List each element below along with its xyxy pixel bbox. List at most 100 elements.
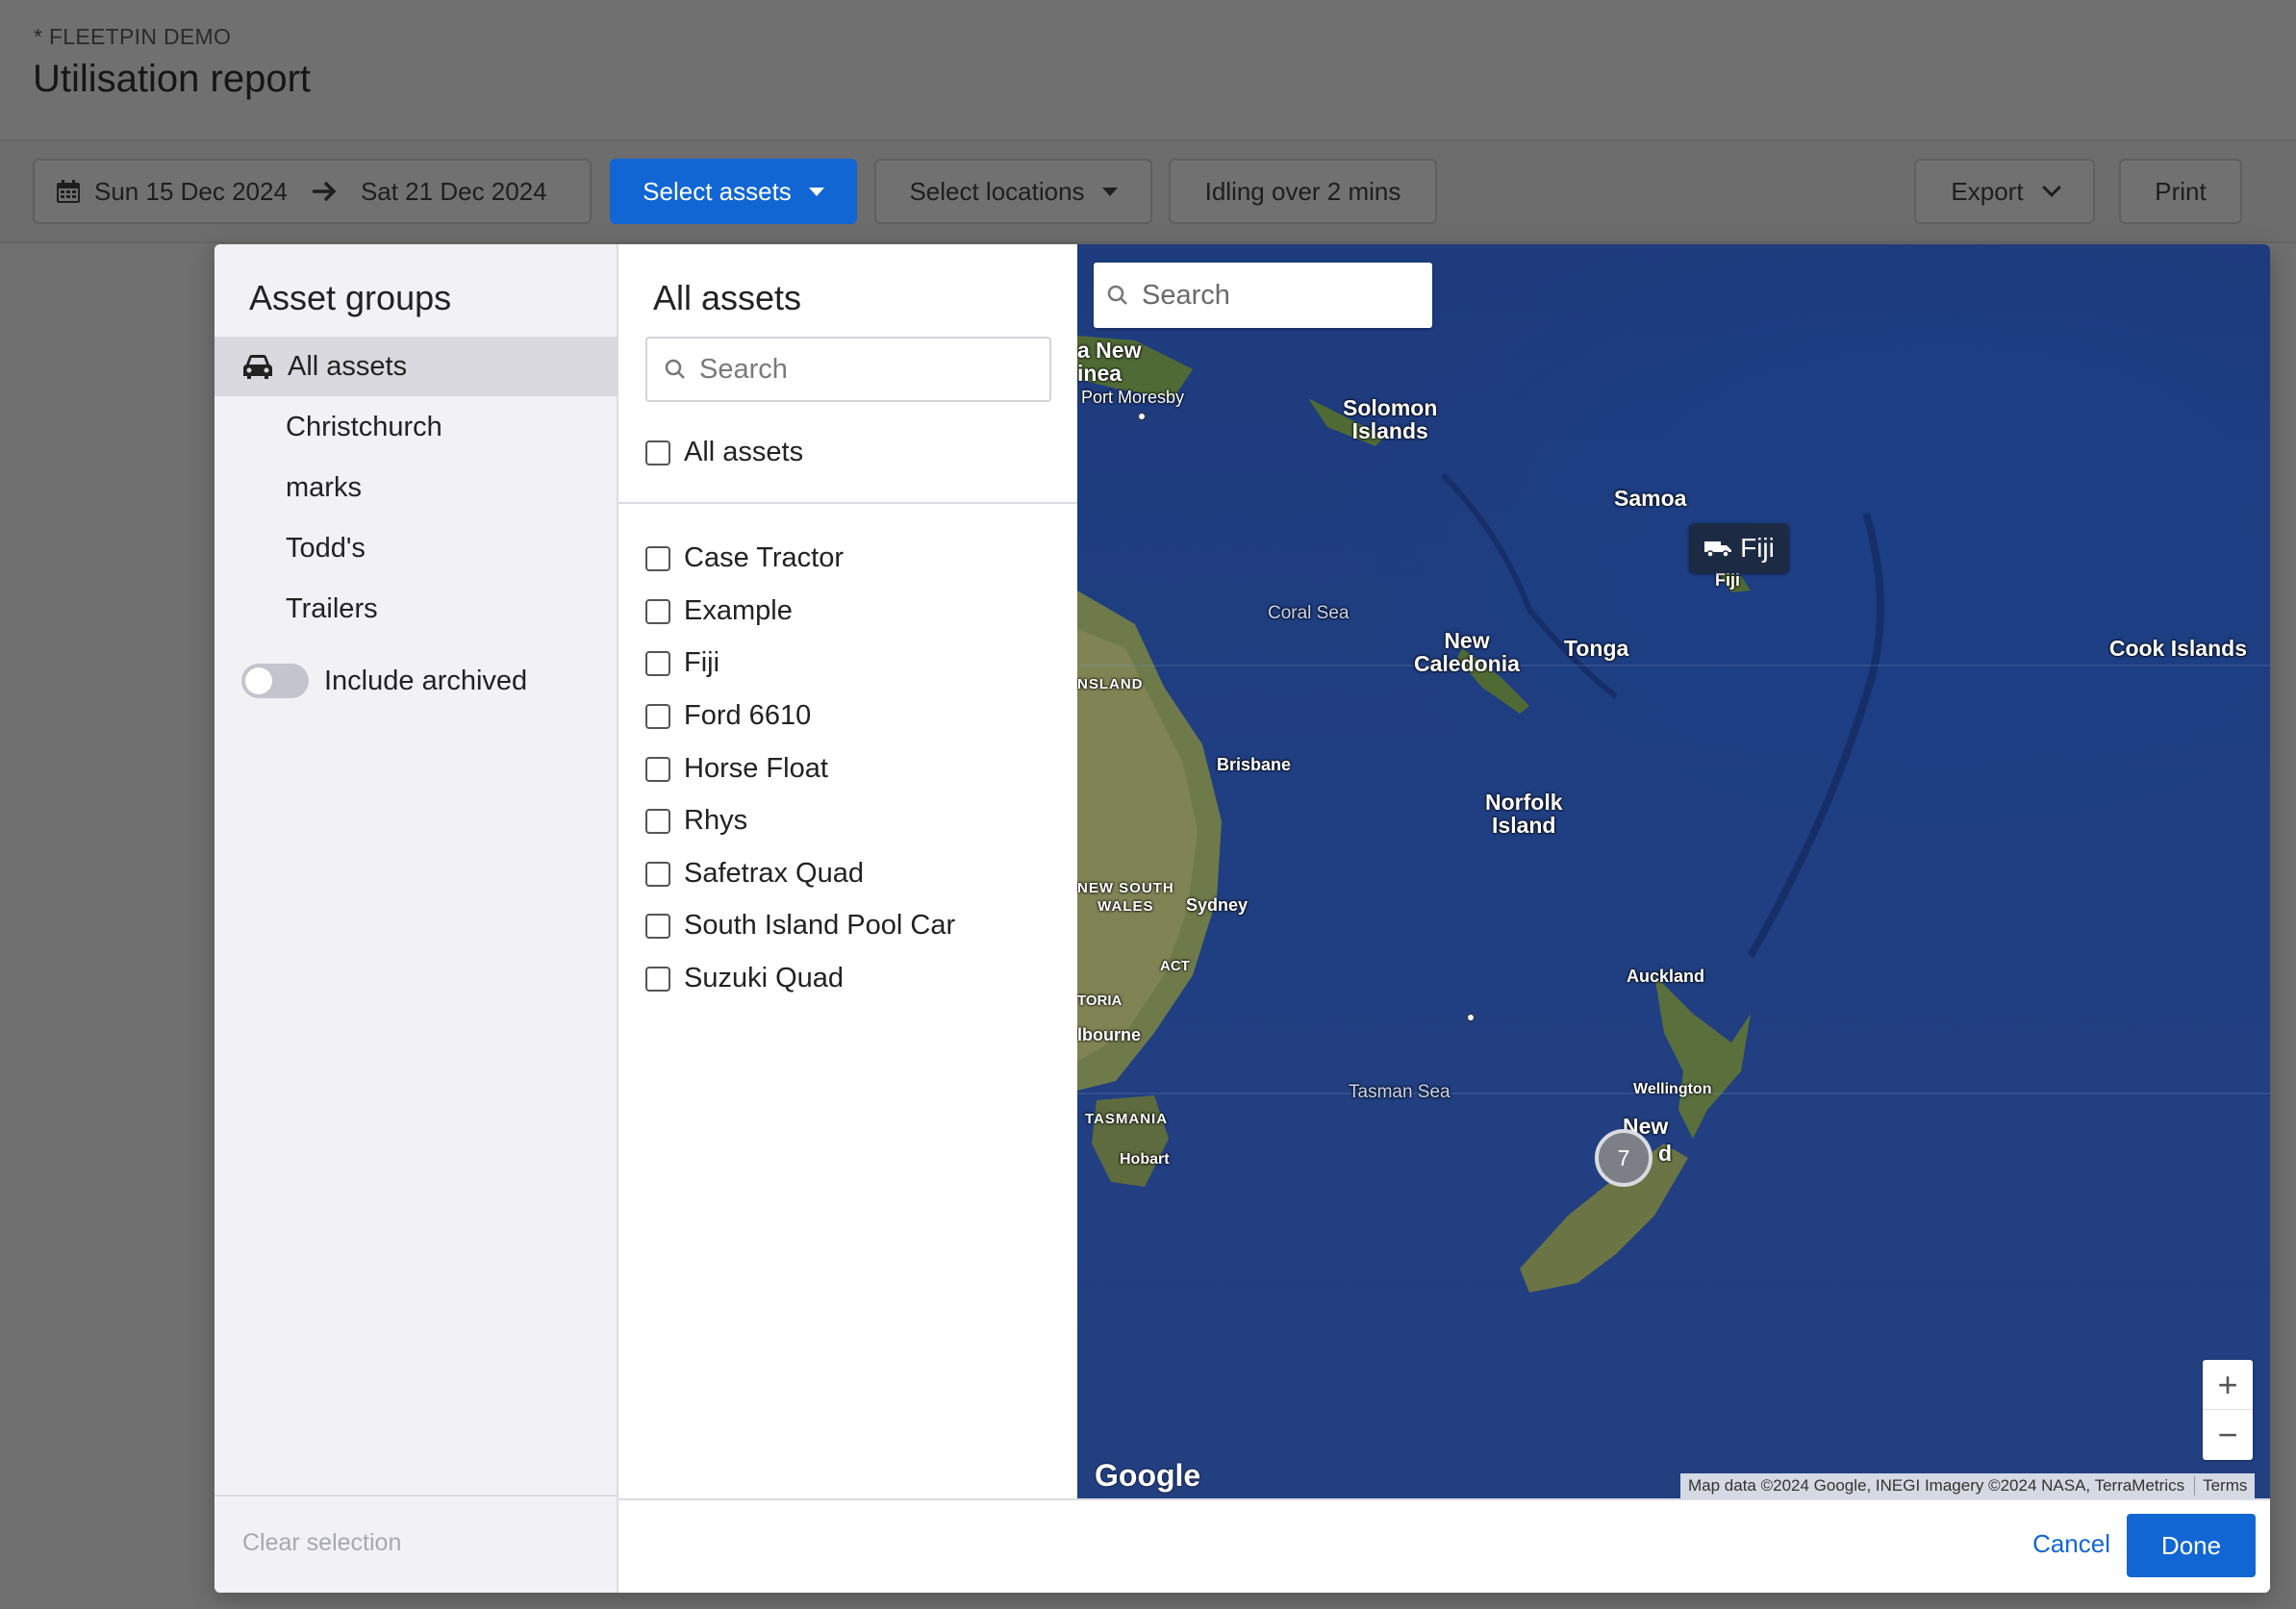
- map-label: NEW SOUTH WALES: [1077, 880, 1174, 915]
- asset-label: South Island Pool Car: [684, 910, 956, 941]
- zoom-controls: + −: [2203, 1360, 2253, 1460]
- asset-groups-heading: Asset groups: [249, 278, 452, 317]
- group-item-todds[interactable]: Todd's: [214, 518, 618, 578]
- report-toolbar: Sun 15 Dec 2024 Sat 21 Dec 2024 Select a…: [0, 141, 2296, 243]
- asset-row-ford-6610[interactable]: Ford 6610: [645, 700, 811, 732]
- date-range-picker[interactable]: Sun 15 Dec 2024 Sat 21 Dec 2024: [33, 159, 592, 224]
- include-archived-toggle[interactable]: [241, 664, 309, 698]
- caret-down-icon: [808, 187, 824, 196]
- asset-row-horse-float[interactable]: Horse Float: [645, 753, 828, 785]
- group-item-label: Christchurch: [286, 411, 442, 442]
- asset-checkbox[interactable]: [645, 966, 670, 992]
- export-label: Export: [1951, 176, 2024, 206]
- city-dot: [1467, 1014, 1475, 1021]
- group-item-all-assets[interactable]: All assets: [214, 337, 618, 396]
- asset-checkbox[interactable]: [645, 808, 670, 834]
- group-item-marks[interactable]: marks: [214, 458, 618, 517]
- car-icon: [243, 355, 272, 379]
- arrow-right-icon: [312, 181, 337, 202]
- map-search-box: [1094, 263, 1432, 328]
- asset-checkbox[interactable]: [645, 703, 670, 729]
- asset-marker-fiji[interactable]: Fiji: [1689, 523, 1789, 573]
- asset-label: Suzuki Quad: [684, 963, 845, 993]
- asset-row-suzuki-quad[interactable]: Suzuki Quad: [645, 963, 844, 994]
- calendar-icon: [57, 180, 80, 203]
- select-assets-dialog: Asset groups All assets Christchurch mar…: [214, 244, 2270, 1593]
- select-locations-button[interactable]: Select locations: [874, 159, 1152, 224]
- asset-checkbox[interactable]: [645, 861, 670, 887]
- asset-label: Case Tractor: [684, 542, 844, 573]
- asset-label: Rhys: [684, 805, 748, 836]
- attribution-text: Map data ©2024 Google, INEGI Imagery ©20…: [1688, 1476, 2185, 1495]
- map-label: Wellington: [1633, 1081, 1712, 1097]
- select-all-label: All assets: [684, 437, 804, 467]
- idling-filter-button[interactable]: Idling over 2 mins: [1169, 159, 1437, 224]
- asset-row-example[interactable]: Example: [645, 595, 793, 627]
- google-logo: Google: [1095, 1458, 1201, 1493]
- chevron-down-icon: [2041, 178, 2061, 197]
- asset-checkbox[interactable]: [645, 598, 670, 624]
- print-button[interactable]: Print: [2119, 159, 2242, 224]
- dialog-footer: Cancel Done: [618, 1498, 2270, 1593]
- asset-row-rhys[interactable]: Rhys: [645, 805, 747, 837]
- zoom-in-button[interactable]: +: [2203, 1360, 2253, 1410]
- zoom-out-button[interactable]: −: [2203, 1410, 2253, 1460]
- cancel-button[interactable]: Cancel: [2032, 1529, 2110, 1559]
- org-name: * FLEETPIN DEMO: [34, 24, 232, 49]
- asset-search-box: [645, 337, 1051, 402]
- map-label: Tonga: [1564, 636, 1629, 661]
- map-label: a New inea: [1077, 338, 1142, 386]
- map-label: TASMANIA: [1085, 1111, 1169, 1127]
- terms-link[interactable]: Terms: [2194, 1476, 2247, 1496]
- map-label: Tasman Sea: [1349, 1082, 1451, 1102]
- assets-panel: All assets All assets Case Tractor Examp…: [618, 244, 1077, 1495]
- map-label: Sydney: [1186, 895, 1249, 915]
- select-all-assets-row[interactable]: All assets: [645, 437, 803, 468]
- groups-footer: Clear selection: [214, 1495, 618, 1593]
- select-assets-button[interactable]: Select assets: [610, 159, 857, 224]
- map-view[interactable]: a New inea Port Moresby Solomon Islands …: [1077, 244, 2270, 1498]
- asset-label: Example: [684, 595, 793, 626]
- asset-label: Safetrax Quad: [684, 858, 864, 889]
- asset-row-south-island-pool-car[interactable]: South Island Pool Car: [645, 910, 955, 942]
- map-attribution: Map data ©2024 Google, INEGI Imagery ©20…: [1680, 1473, 2256, 1498]
- group-item-label: Trailers: [286, 592, 378, 624]
- group-item-label: marks: [286, 471, 362, 503]
- asset-search-input[interactable]: [699, 353, 1046, 386]
- truck-icon: [1704, 541, 1732, 558]
- asset-cluster-marker[interactable]: 7: [1595, 1129, 1653, 1187]
- asset-checkbox[interactable]: [645, 913, 670, 939]
- group-item-label: All assets: [288, 350, 408, 382]
- group-item-christchurch[interactable]: Christchurch: [214, 397, 618, 457]
- map-label: Auckland: [1627, 967, 1705, 986]
- group-item-trailers[interactable]: Trailers: [214, 579, 618, 639]
- map-search-input[interactable]: [1142, 279, 1430, 312]
- include-archived-row: Include archived: [241, 664, 527, 698]
- clear-selection-button[interactable]: Clear selection: [242, 1529, 401, 1557]
- divider: [618, 502, 1077, 504]
- map-label: Solomon Islands: [1343, 395, 1438, 443]
- asset-row-safetrax-quad[interactable]: Safetrax Quad: [645, 858, 864, 890]
- map-label: Brisbane: [1217, 755, 1292, 774]
- map-label: Coral Sea: [1268, 603, 1350, 623]
- map-label: New Caledonia: [1414, 628, 1520, 676]
- map-label: Norfolk Island: [1485, 790, 1563, 838]
- asset-label: Ford 6610: [684, 700, 812, 731]
- asset-checkbox[interactable]: [645, 756, 670, 782]
- map-label: Cook Islands: [2108, 636, 2247, 661]
- marker-label: Fiji: [1740, 533, 1775, 563]
- select-all-checkbox[interactable]: [645, 440, 670, 465]
- map-label: ACT: [1160, 958, 1190, 974]
- export-button[interactable]: Export: [1914, 159, 2095, 224]
- search-icon: [1107, 285, 1127, 305]
- map-label: Samoa: [1614, 486, 1687, 511]
- asset-label: Fiji: [684, 647, 720, 678]
- select-locations-label: Select locations: [909, 176, 1085, 206]
- asset-checkbox[interactable]: [645, 545, 670, 571]
- asset-row-case-tractor[interactable]: Case Tractor: [645, 542, 844, 574]
- asset-row-fiji[interactable]: Fiji: [645, 647, 719, 679]
- group-item-label: Todd's: [286, 532, 366, 564]
- asset-checkbox[interactable]: [645, 650, 670, 676]
- done-button[interactable]: Done: [2127, 1514, 2256, 1577]
- map-label: lbourne: [1077, 1025, 1141, 1044]
